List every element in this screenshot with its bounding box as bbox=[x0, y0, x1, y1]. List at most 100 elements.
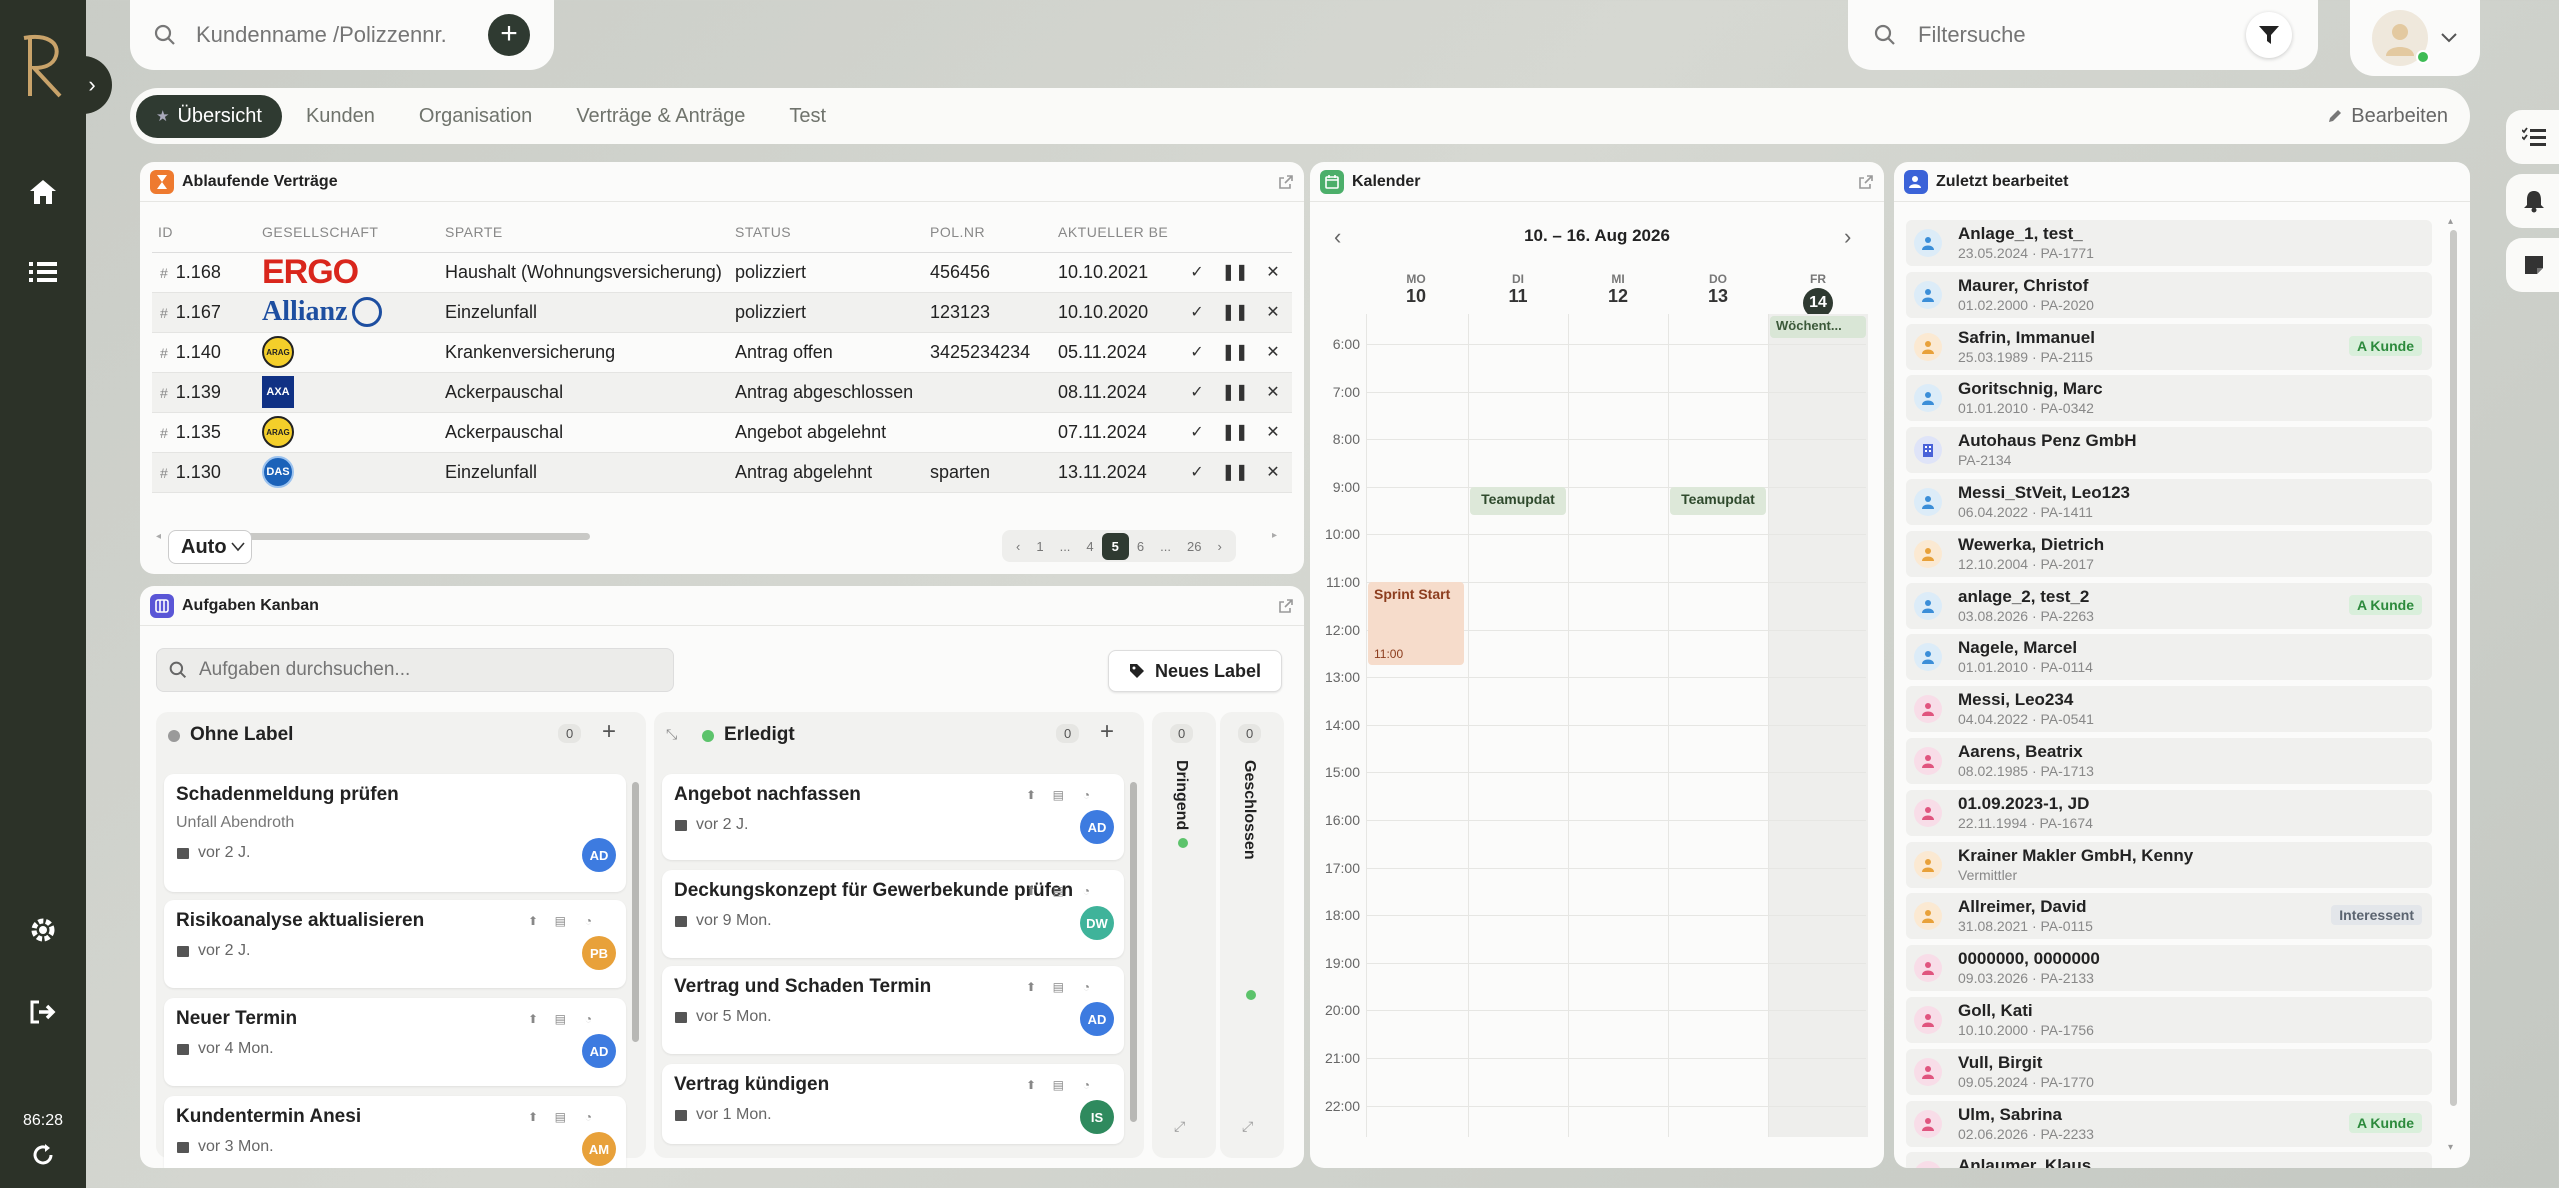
confirm-check-icon[interactable]: ✓ bbox=[1178, 452, 1216, 493]
recent-item[interactable]: Vull, Birgit 09.05.2024 · PA-1770 bbox=[1906, 1048, 2432, 1095]
scroll-right-arrow[interactable]: ▸ bbox=[1272, 530, 1277, 541]
kanban-card[interactable]: Risikoanalyse aktualisieren vor 2 J. ⬆ ▤ ◔ PB bbox=[164, 900, 626, 988]
document-icon[interactable]: ▤ bbox=[1053, 884, 1064, 898]
timer-icon[interactable]: ◔ bbox=[585, 1110, 592, 1124]
notifications-bell-icon[interactable] bbox=[2506, 174, 2559, 228]
kanban-card[interactable]: Schadenmeldung prüfen Unfall Abendroth vor… bbox=[164, 774, 626, 892]
recent-item[interactable]: Aarens, Beatrix 08.02.1985 · PA-1713 bbox=[1906, 738, 2432, 784]
pin-icon[interactable]: ⬆ bbox=[1026, 884, 1036, 898]
table-row[interactable]: #1.135 ARAG Ackerpauschal Angebot abgelehnt… bbox=[152, 412, 1292, 453]
close-x-icon[interactable]: ✕ bbox=[1254, 252, 1292, 293]
recent-item[interactable]: Messi_StVeit, Leo123 06.04.2022 · PA-1411 bbox=[1906, 479, 2432, 525]
add-card-plus-icon[interactable]: + bbox=[602, 718, 616, 746]
filter-search-input[interactable] bbox=[1918, 22, 2198, 48]
timer-icon[interactable]: ◔ bbox=[585, 914, 592, 928]
pin-icon[interactable]: ⬆ bbox=[528, 1012, 538, 1026]
document-icon[interactable]: ▤ bbox=[555, 1110, 566, 1124]
open-external-icon[interactable] bbox=[1278, 174, 1294, 190]
day-header[interactable]: MO 10 bbox=[1366, 272, 1466, 307]
list-scrollbar[interactable] bbox=[2450, 230, 2457, 1106]
calendar-event[interactable]: Wöchent... bbox=[1770, 316, 1866, 338]
recent-item[interactable]: Anlaumer, Klaus bbox=[1906, 1152, 2432, 1168]
pause-icon[interactable]: ❚❚ bbox=[1216, 332, 1254, 373]
kanban-card[interactable]: Vertrag und Schaden Termin vor 5 Mon. ⬆ ▤ ◔ A… bbox=[662, 966, 1124, 1054]
add-plus-button[interactable]: + bbox=[488, 14, 530, 56]
page-size-select[interactable]: Auto bbox=[168, 530, 252, 564]
recent-item[interactable]: anlage_2, test_2 03.08.2026 · PA-2263 A Ku… bbox=[1906, 582, 2432, 629]
table-row[interactable]: #1.140 ARAG Krankenversicherung Antrag offe… bbox=[152, 332, 1292, 373]
settings-gear-icon[interactable] bbox=[25, 912, 61, 948]
recent-item[interactable]: Krainer Makler GmbH, Kenny Vermittler bbox=[1906, 841, 2432, 888]
confirm-check-icon[interactable]: ✓ bbox=[1178, 332, 1216, 373]
assignee-avatar[interactable]: DW bbox=[1080, 906, 1114, 940]
recent-item[interactable]: Anlage_1, test_ 23.05.2024 · PA-1771 bbox=[1906, 220, 2432, 266]
document-icon[interactable]: ▤ bbox=[555, 1012, 566, 1026]
tab-kunden[interactable]: Kunden bbox=[286, 95, 395, 138]
day-header[interactable]: DI 11 bbox=[1468, 272, 1568, 307]
recent-item[interactable]: Autohaus Penz GmbH PA-2134 bbox=[1906, 427, 2432, 474]
tab-test[interactable]: Test bbox=[769, 95, 846, 138]
scroll-down-arrow[interactable]: ▾ bbox=[2448, 1142, 2453, 1153]
kanban-card[interactable]: Vertrag kündigen vor 1 Mon. ⬆ ▤ ◔ IS bbox=[662, 1064, 1124, 1144]
page-number[interactable]: 26 bbox=[1179, 539, 1209, 554]
kanban-column-geschlossen[interactable]: 0 Geschlossen ⤢ bbox=[1220, 712, 1284, 1158]
recent-item[interactable]: Maurer, Christof 01.02.2000 · PA-2020 bbox=[1906, 271, 2432, 318]
page-number[interactable]: 6 bbox=[1129, 539, 1152, 554]
avatar[interactable] bbox=[2372, 10, 2430, 66]
expand-arrows-icon[interactable]: ⤢ bbox=[1242, 1118, 1253, 1135]
column-header[interactable]: POL.NR bbox=[930, 212, 1058, 253]
page-number[interactable]: 5 bbox=[1101, 532, 1129, 560]
confirm-check-icon[interactable]: ✓ bbox=[1178, 412, 1216, 453]
customer-search-input[interactable] bbox=[196, 22, 446, 48]
close-x-icon[interactable]: ✕ bbox=[1254, 372, 1292, 413]
pause-icon[interactable]: ❚❚ bbox=[1216, 292, 1254, 333]
next-page-chevron-icon[interactable]: › bbox=[1209, 539, 1229, 554]
day-header[interactable]: DO 13 bbox=[1668, 272, 1768, 307]
pin-icon[interactable]: ⬆ bbox=[1026, 980, 1036, 994]
scroll-up-arrow[interactable]: ▴ bbox=[2448, 216, 2453, 227]
tasks-checklist-icon[interactable] bbox=[2506, 110, 2559, 164]
edit-button[interactable]: Bearbeiten bbox=[2327, 105, 2464, 128]
recent-item[interactable]: Messi, Leo234 04.04.2022 · PA-0541 bbox=[1906, 686, 2432, 733]
timer-icon[interactable]: ◔ bbox=[1083, 980, 1090, 994]
recent-item[interactable]: 0000000, 0000000 09.03.2026 · PA-2133 bbox=[1906, 945, 2432, 992]
list-icon[interactable] bbox=[25, 254, 61, 290]
expand-arrows-icon[interactable]: ⤡ bbox=[666, 726, 677, 743]
table-row[interactable]: #1.139 AXA Ackerpauschal Antrag abgeschloss… bbox=[152, 372, 1292, 413]
recent-item[interactable]: Ulm, Sabrina 02.06.2026 · PA-2233 A Kunde bbox=[1906, 1100, 2432, 1147]
confirm-check-icon[interactable]: ✓ bbox=[1178, 372, 1216, 413]
kanban-column-dringend[interactable]: 0 Dringend ⤢ bbox=[1152, 712, 1216, 1158]
assignee-avatar[interactable]: AM bbox=[582, 1132, 616, 1166]
pin-icon[interactable]: ⬆ bbox=[1026, 1078, 1036, 1092]
document-icon[interactable]: ▤ bbox=[1053, 788, 1064, 802]
close-x-icon[interactable]: ✕ bbox=[1254, 292, 1292, 333]
assignee-avatar[interactable]: IS bbox=[1080, 1100, 1114, 1134]
timer-icon[interactable]: ◔ bbox=[1083, 1078, 1090, 1092]
confirm-check-icon[interactable]: ✓ bbox=[1178, 292, 1216, 333]
page-number[interactable]: 1 bbox=[1028, 539, 1051, 554]
open-external-icon[interactable] bbox=[1278, 598, 1294, 614]
document-icon[interactable]: ▤ bbox=[555, 914, 566, 928]
close-x-icon[interactable]: ✕ bbox=[1254, 332, 1292, 373]
recent-item[interactable]: 01.09.2023-1, JD 22.11.1994 · PA-1674 bbox=[1906, 789, 2432, 836]
pin-icon[interactable]: ⬆ bbox=[1026, 788, 1036, 802]
tab-uebersicht[interactable]: ★ Übersicht bbox=[136, 94, 282, 138]
timer-icon[interactable]: ◔ bbox=[1083, 788, 1090, 802]
column-header[interactable]: AKTUELLER BE bbox=[1058, 212, 1178, 253]
new-label-button[interactable]: Neues Label bbox=[1108, 650, 1282, 692]
kanban-card[interactable]: Deckungskonzept für Gewerbekunde prüfen v… bbox=[662, 870, 1124, 958]
close-x-icon[interactable]: ✕ bbox=[1254, 452, 1292, 493]
pause-icon[interactable]: ❚❚ bbox=[1216, 412, 1254, 453]
assignee-avatar[interactable]: AD bbox=[1080, 1002, 1114, 1036]
pin-icon[interactable]: ⬆ bbox=[528, 1110, 538, 1124]
user-menu[interactable] bbox=[2350, 0, 2480, 76]
next-week-chevron-icon[interactable]: › bbox=[1844, 224, 1851, 250]
pause-icon[interactable]: ❚❚ bbox=[1216, 252, 1254, 293]
calendar-event[interactable]: Sprint Start 11:00 bbox=[1368, 582, 1464, 666]
refresh-icon[interactable] bbox=[28, 1140, 58, 1170]
recent-item[interactable]: Goritschnig, Marc 01.01.2010 · PA-0342 bbox=[1906, 375, 2432, 422]
kanban-card[interactable]: Angebot nachfassen vor 2 J. ⬆ ▤ ◔ AD bbox=[662, 774, 1124, 860]
notes-sticky-icon[interactable] bbox=[2506, 238, 2559, 292]
column-scrollbar[interactable] bbox=[632, 782, 639, 1042]
day-header[interactable]: MI 12 bbox=[1568, 272, 1668, 307]
